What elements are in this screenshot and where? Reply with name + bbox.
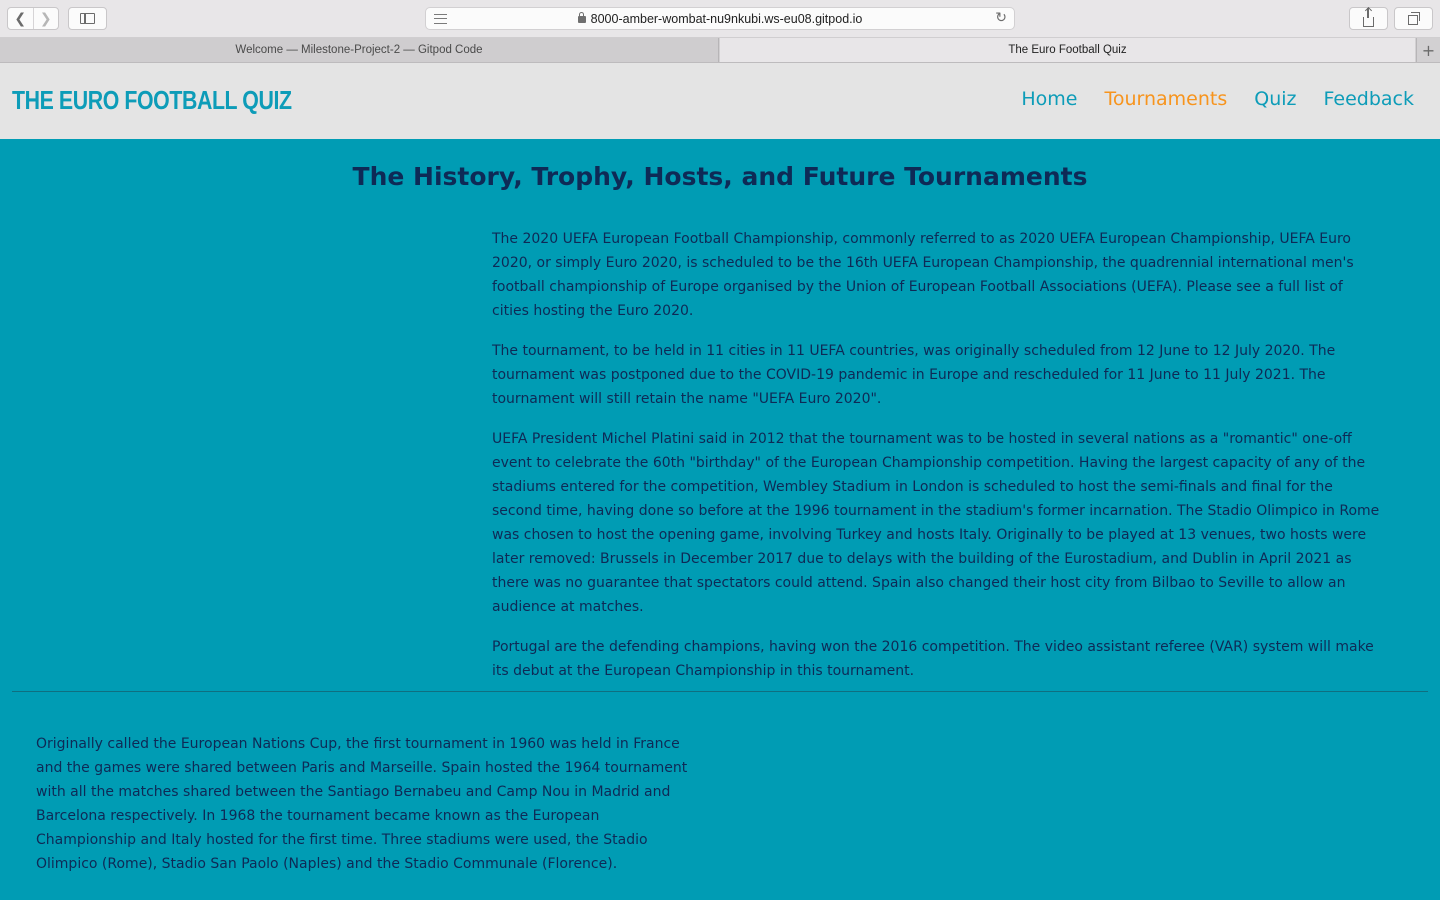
tab-bar: Welcome — Milestone-Project-2 — Gitpod C… bbox=[0, 38, 1440, 63]
url-text: 8000-amber-wombat-nu9nkubi.ws-eu08.gitpo… bbox=[590, 12, 863, 26]
paragraph: UEFA President Michel Platini said in 20… bbox=[492, 431, 1380, 615]
lock-icon bbox=[577, 12, 586, 23]
paragraph: Portugal are the defending champions, ha… bbox=[492, 639, 1374, 679]
sidebar-button[interactable] bbox=[68, 7, 107, 30]
section-divider bbox=[12, 691, 1428, 692]
site-header: THE EURO FOOTBALL QUIZ Home Tournaments … bbox=[0, 63, 1440, 139]
new-tab-icon[interactable]: + bbox=[1416, 38, 1440, 62]
browser-toolbar: ❮ ❯ 8000-amber-wombat-nu9nkubi.ws-eu08.g… bbox=[0, 0, 1440, 38]
tab-label: The Euro Football Quiz bbox=[1008, 44, 1127, 56]
share-icon bbox=[1363, 7, 1374, 27]
tab-label: Welcome — Milestone-Project-2 — Gitpod C… bbox=[235, 44, 483, 56]
address-text: 8000-amber-wombat-nu9nkubi.ws-eu08.gitpo… bbox=[426, 12, 1014, 26]
share-button[interactable] bbox=[1349, 7, 1388, 30]
tabs-overview-icon bbox=[1407, 11, 1420, 25]
main-nav: Home Tournaments Quiz Feedback bbox=[1021, 88, 1414, 110]
paragraph: The 2020 UEFA European Football Champion… bbox=[492, 231, 1354, 319]
reload-icon[interactable]: ↻ bbox=[995, 10, 1007, 26]
nav-home[interactable]: Home bbox=[1021, 88, 1077, 110]
nav-feedback[interactable]: Feedback bbox=[1324, 88, 1414, 110]
address-bar[interactable]: 8000-amber-wombat-nu9nkubi.ws-eu08.gitpo… bbox=[425, 7, 1015, 30]
tab-euro-quiz[interactable]: The Euro Football Quiz bbox=[720, 38, 1415, 62]
history-section: Originally called the European Nations C… bbox=[36, 732, 691, 892]
page-title: The History, Trophy, Hosts, and Future T… bbox=[352, 162, 1088, 191]
nav-tournaments[interactable]: Tournaments bbox=[1104, 88, 1227, 110]
site-brand[interactable]: THE EURO FOOTBALL QUIZ bbox=[12, 85, 292, 116]
tab-gitpod[interactable]: Welcome — Milestone-Project-2 — Gitpod C… bbox=[0, 38, 719, 62]
paragraph: Originally called the European Nations C… bbox=[36, 736, 688, 872]
sidebar-icon bbox=[80, 13, 95, 24]
tabs-overview-button[interactable] bbox=[1394, 7, 1433, 30]
history-buttons: ❮ ❯ bbox=[7, 7, 59, 30]
euro-2020-section: The 2020 UEFA European Football Champion… bbox=[492, 227, 1382, 699]
paragraph: The tournament, to be held in 11 cities … bbox=[492, 343, 1336, 407]
forward-icon[interactable]: ❯ bbox=[32, 8, 59, 29]
nav-quiz[interactable]: Quiz bbox=[1254, 88, 1296, 110]
back-icon[interactable]: ❮ bbox=[8, 8, 33, 29]
